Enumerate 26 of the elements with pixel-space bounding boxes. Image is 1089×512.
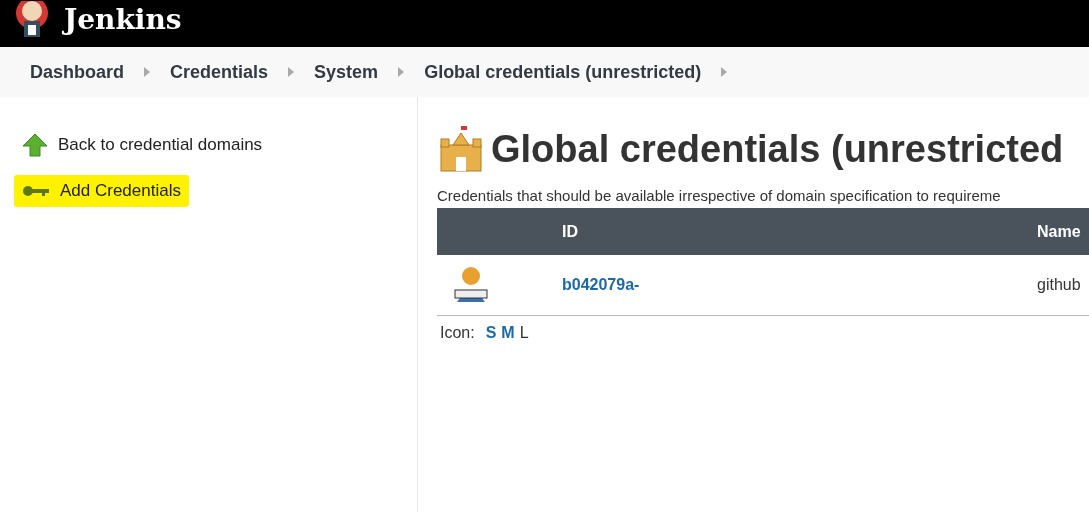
credential-id-link[interactable]: b042079a-: [562, 276, 640, 294]
chevron-icon[interactable]: [288, 67, 295, 77]
icon-size-label: Icon:: [440, 324, 475, 342]
castle-icon: [437, 125, 485, 173]
column-header[interactable]: Name: [1037, 208, 1089, 255]
table-cell: github: [1037, 255, 1089, 316]
breadcrumb-link[interactable]: Credentials: [170, 61, 269, 83]
icon-size-link[interactable]: M: [501, 324, 515, 342]
page-title: Global credentials (unrestricted: [491, 127, 1064, 171]
key-icon: [22, 184, 50, 198]
app-title[interactable]: Jenkins: [64, 3, 182, 37]
description-text: Credentials that should be available irrespective of domain specification to requireme: [437, 187, 1002, 204]
chevron-icon[interactable]: [398, 67, 405, 77]
butler-logo[interactable]: [14, 1, 50, 37]
breadcrumb-link[interactable]: Dashboard: [30, 61, 125, 83]
chevron-icon[interactable]: [721, 67, 728, 77]
chevron-icon[interactable]: [144, 67, 151, 77]
breadcrumb-link[interactable]: System: [314, 61, 379, 83]
arrow-up-icon: [22, 133, 48, 157]
icon-size-link[interactable]: L: [519, 324, 529, 342]
user-password-icon: [452, 266, 490, 304]
sidebar-link[interactable]: Back to credential domains: [14, 127, 271, 163]
icon-size-link[interactable]: S: [485, 324, 497, 342]
column-header[interactable]: ID: [562, 208, 1037, 255]
sidebar-link[interactable]: Add Credentials: [14, 175, 189, 207]
breadcrumb-link[interactable]: Global credentials (unrestricted): [424, 61, 702, 83]
